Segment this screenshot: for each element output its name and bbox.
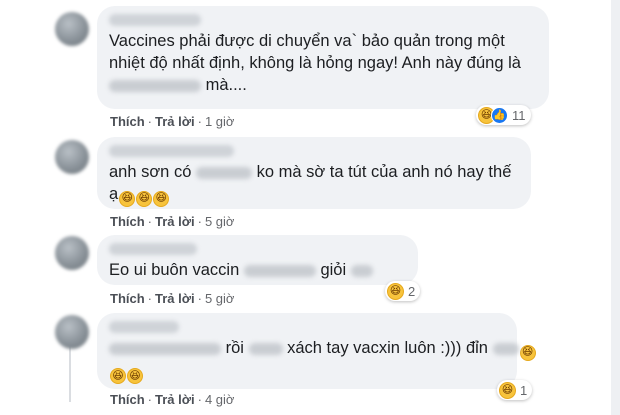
redacted-text	[492, 342, 519, 355]
timestamp[interactable]: 1 giờ	[205, 114, 235, 129]
comment-text-fragment: ạ	[109, 185, 119, 203]
comment-text-line: ạ 😆 😆 😆	[109, 183, 519, 207]
comment-text-fragment: giỏi	[320, 261, 347, 279]
reaction-summary[interactable]: 😆 1	[497, 380, 533, 400]
reaction-count: 1	[520, 382, 528, 398]
comment-actions: Thích · Trả lời · 5 giờ	[110, 291, 235, 306]
comment-actions: Thích · Trả lời · 1 giờ	[110, 114, 235, 129]
comment-text-fragment: ko mà sờ ta tút của anh nó hay thế	[256, 163, 512, 181]
reaction-summary[interactable]: 😆 2	[385, 281, 421, 301]
comment-text-line: Vaccines phải được di chuyển va` bảo quả…	[109, 32, 505, 50]
commenter-name-redacted[interactable]	[109, 145, 234, 157]
laugh-icon: 😆	[127, 368, 143, 384]
comment-bubble: rồi xách tay vacxin luôn :))) đỉn 😆 😆 😆	[97, 313, 536, 389]
like-button[interactable]: Thích	[110, 392, 145, 407]
like-button[interactable]: Thích	[110, 114, 145, 129]
reply-button[interactable]: Trả lời	[155, 291, 195, 306]
comment-bubble: Vaccines phải được di chuyển va` bảo quả…	[97, 6, 549, 109]
avatar[interactable]	[55, 236, 89, 270]
comment-text-fragment: Eo ui buôn vaccin	[109, 261, 240, 279]
laugh-icon: 😆	[119, 190, 136, 207]
redacted-text	[248, 342, 283, 355]
avatar[interactable]	[55, 315, 89, 349]
timestamp[interactable]: 5 giờ	[205, 214, 235, 229]
redacted-text	[109, 342, 221, 355]
comment-bubble: Eo ui buôn vaccin giỏi	[97, 235, 418, 285]
laugh-icon: 😆	[110, 368, 126, 384]
reaction-count: 11	[512, 107, 526, 123]
like-icon: 👍	[491, 106, 508, 124]
laugh-icon: 😆	[136, 190, 153, 207]
comment-text-fragment: xách tay vacxin luôn :))) đỉn	[287, 339, 488, 357]
timestamp[interactable]: 4 giờ	[205, 392, 235, 407]
comment-text-fragment: rồi	[225, 339, 244, 357]
comment-text-fragment: anh sơn có	[109, 163, 192, 181]
commenter-name-redacted[interactable]	[109, 321, 179, 333]
reaction-count: 2	[408, 283, 416, 299]
commenter-name-redacted[interactable]	[109, 14, 201, 26]
reply-button[interactable]: Trả lời	[155, 392, 195, 407]
comment-actions: Thích · Trả lời · 4 giờ	[110, 392, 235, 407]
comment-text-line: rồi xách tay vacxin luôn :))) đỉn 😆	[109, 337, 536, 361]
comment-text-fragment: mà....	[205, 76, 247, 94]
comment-text-line: nhiệt độ nhất định, không là hỏng ngay! …	[109, 54, 521, 72]
reply-button[interactable]: Trả lời	[155, 214, 195, 229]
page-edge	[611, 0, 620, 415]
redacted-text	[243, 264, 316, 277]
laugh-icon: 😆	[153, 190, 170, 207]
comment-text-line: 😆 😆	[109, 361, 505, 384]
laugh-icon: 😆	[387, 282, 404, 300]
reply-button[interactable]: Trả lời	[155, 114, 195, 129]
comment-text-line: anh sơn có ko mà sờ ta tút của anh nó ha…	[109, 161, 519, 183]
redacted-text	[195, 166, 252, 179]
comment-bubble: anh sơn có ko mà sờ ta tút của anh nó ha…	[97, 137, 531, 209]
timestamp[interactable]: 5 giờ	[205, 291, 235, 306]
comment-actions: Thích · Trả lời · 5 giờ	[110, 214, 235, 229]
laugh-icon: 😆	[519, 344, 536, 361]
laugh-icon: 😆	[499, 381, 516, 399]
comment-text-line: mà....	[109, 74, 537, 96]
like-button[interactable]: Thích	[110, 291, 145, 306]
reaction-summary[interactable]: 😆 👍 11	[476, 105, 531, 125]
avatar[interactable]	[55, 140, 89, 174]
like-button[interactable]: Thích	[110, 214, 145, 229]
comment-text-line: Eo ui buôn vaccin giỏi	[109, 259, 406, 281]
redacted-text	[109, 79, 201, 92]
redacted-text	[350, 264, 373, 277]
commenter-name-redacted[interactable]	[109, 243, 197, 255]
avatar[interactable]	[55, 12, 89, 46]
